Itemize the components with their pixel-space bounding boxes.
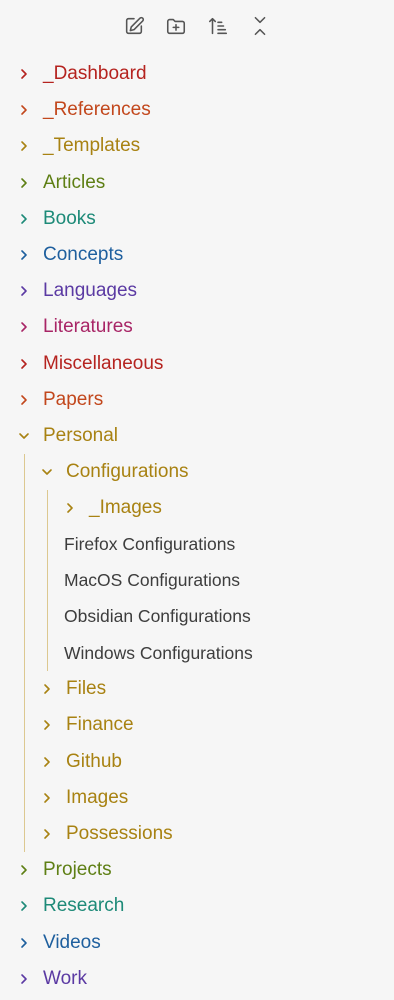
folder-label: _References [43,99,151,121]
sort-icon [208,17,228,35]
folder-literatures[interactable]: Literatures [0,309,394,345]
new-folder-button[interactable] [162,12,190,40]
folder-templates[interactable]: _Templates [0,128,394,164]
folder-label: Languages [43,280,138,302]
folder-label: Work [43,967,87,989]
chevron-down-icon [17,429,31,443]
folder-label: Possessions [66,823,173,845]
folder-configurations[interactable]: Configurations [0,454,394,490]
collapse-all-button[interactable] [246,12,274,40]
folder-projects[interactable]: Projects [0,852,394,888]
folder-books[interactable]: Books [0,201,394,237]
file-obsidian-configurations[interactable]: Obsidian Configurations [0,599,394,635]
chevron-right-icon [17,248,31,262]
folder-label: Concepts [43,244,124,266]
folder-images-underscore[interactable]: _Images [0,490,394,526]
chevron-right-icon [17,899,31,913]
file-label: Obsidian Configurations [64,606,251,627]
folder-label: Files [66,678,107,700]
folder-miscellaneous[interactable]: Miscellaneous [0,346,394,382]
chevron-right-icon [17,139,31,153]
folder-label: Projects [43,859,112,881]
folder-label: Github [66,750,122,772]
chevron-right-icon [17,393,31,407]
folder-work[interactable]: Work [0,961,394,997]
sort-button[interactable] [204,12,232,40]
folder-label: Personal [43,424,118,446]
file-firefox-configurations[interactable]: Firefox Configurations [0,526,394,562]
folder-research[interactable]: Research [0,888,394,924]
chevron-right-icon [17,103,31,117]
file-explorer-toolbar [0,10,394,42]
file-label: Firefox Configurations [64,534,236,555]
chevron-right-icon [17,357,31,371]
chevron-right-icon [40,755,54,769]
folder-concepts[interactable]: Concepts [0,237,394,273]
collapse-all-icon [254,16,266,36]
chevron-right-icon [17,972,31,986]
chevron-right-icon [40,827,54,841]
folder-label: _Dashboard [43,63,147,85]
file-label: Windows Configurations [64,642,253,663]
folder-label: _Templates [43,135,141,157]
folder-label: Images [66,786,129,808]
folder-possessions[interactable]: Possessions [0,816,394,852]
chevron-right-icon [17,176,31,190]
folder-papers[interactable]: Papers [0,382,394,418]
folder-label: Finance [66,714,134,736]
folder-files[interactable]: Files [0,671,394,707]
chevron-right-icon [17,284,31,298]
chevron-right-icon [40,682,54,696]
folder-label: Articles [43,171,106,193]
file-tree: _Dashboard _References _Templates Articl… [0,56,394,997]
chevron-right-icon [17,67,31,81]
folder-languages[interactable]: Languages [0,273,394,309]
folder-images[interactable]: Images [0,780,394,816]
folder-label: Books [43,207,96,229]
chevron-right-icon [17,212,31,226]
file-label: MacOS Configurations [64,570,241,591]
file-windows-configurations[interactable]: Windows Configurations [0,635,394,671]
chevron-right-icon [17,936,31,950]
folder-dashboard[interactable]: _Dashboard [0,56,394,92]
file-macos-configurations[interactable]: MacOS Configurations [0,563,394,599]
folder-references[interactable]: _References [0,92,394,128]
new-note-icon [125,16,144,35]
new-folder-icon [166,18,186,35]
chevron-right-icon [63,501,77,515]
folder-label: Papers [43,388,104,410]
chevron-right-icon [17,863,31,877]
folder-label: Research [43,895,125,917]
folder-github[interactable]: Github [0,744,394,780]
folder-articles[interactable]: Articles [0,165,394,201]
chevron-right-icon [17,320,31,334]
folder-finance[interactable]: Finance [0,707,394,743]
folder-videos[interactable]: Videos [0,925,394,961]
folder-label: Literatures [43,316,133,338]
new-note-button[interactable] [120,12,148,40]
file-explorer-pane: _Dashboard _References _Templates Articl… [0,0,394,1000]
folder-label: Videos [43,931,101,953]
folder-personal[interactable]: Personal [0,418,394,454]
chevron-down-icon [40,465,54,479]
folder-label: Miscellaneous [43,352,164,374]
folder-label: Configurations [66,461,189,483]
folder-label: _Images [89,497,162,519]
chevron-right-icon [40,718,54,732]
chevron-right-icon [40,791,54,805]
